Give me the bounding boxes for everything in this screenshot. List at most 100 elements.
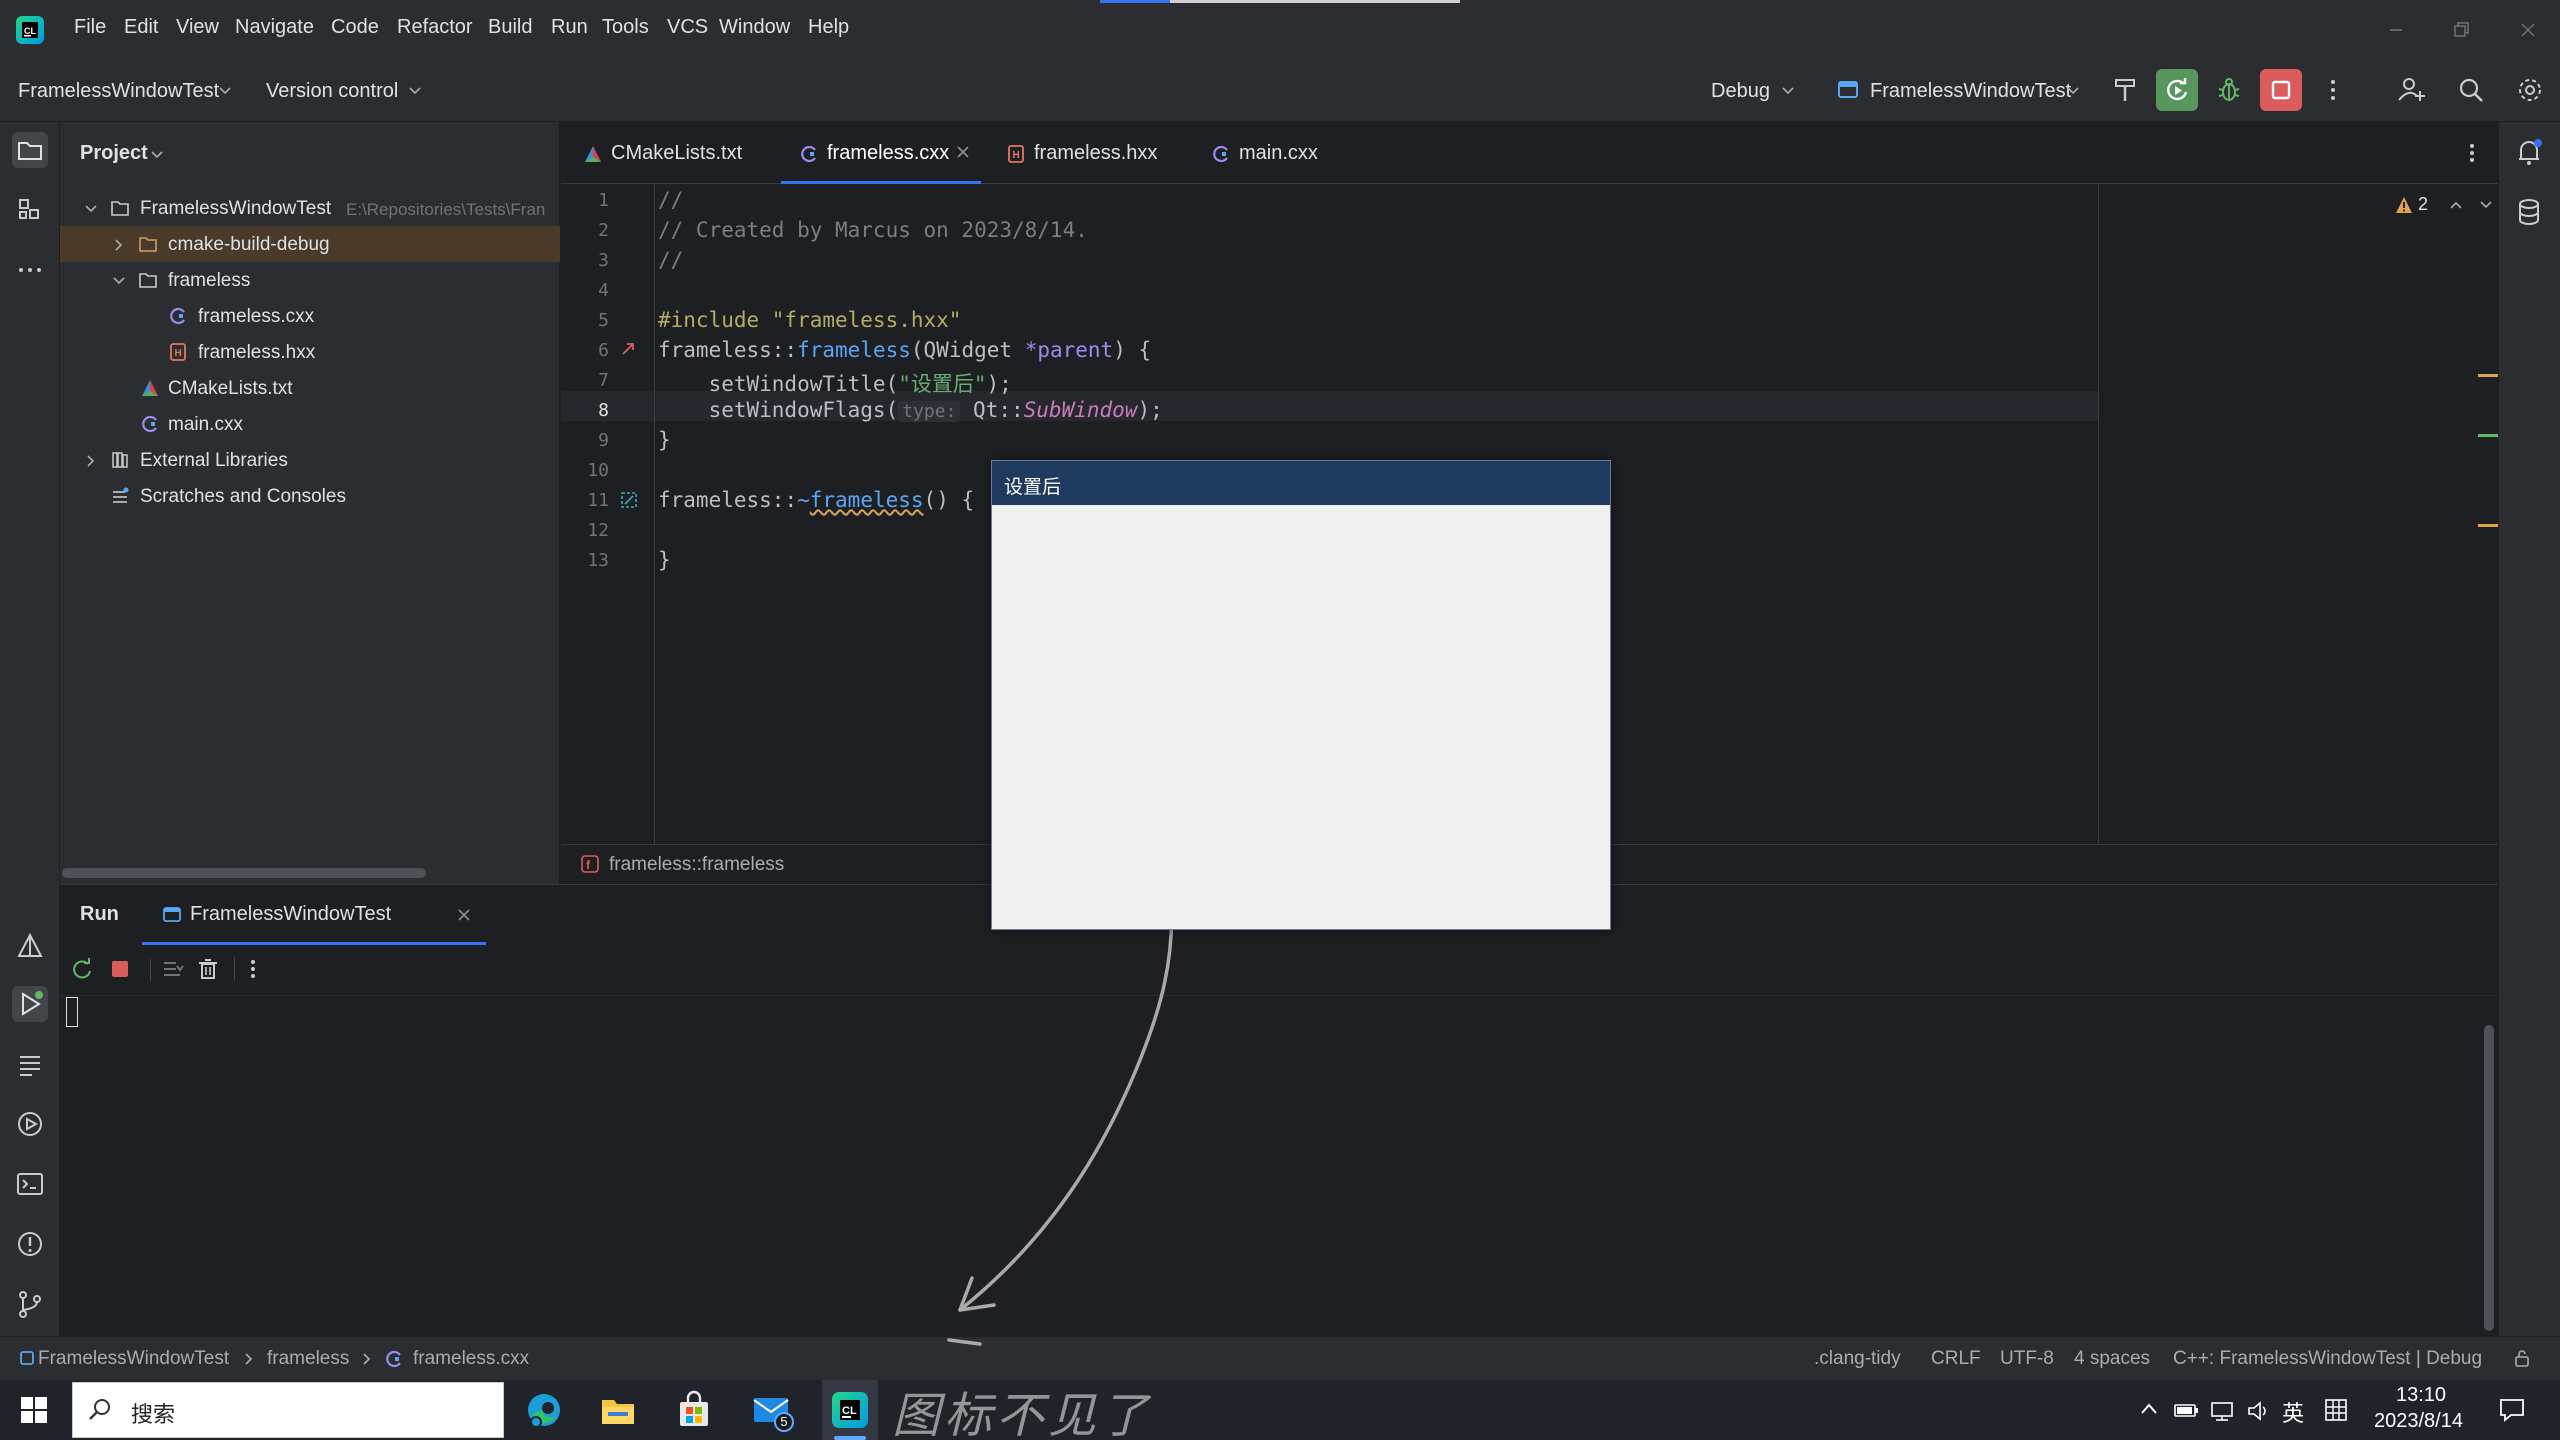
run-target-select[interactable]: FramelessWindowTest bbox=[1870, 80, 2071, 103]
problems-icon[interactable] bbox=[12, 1226, 48, 1262]
notifications-bell-icon[interactable] bbox=[2511, 134, 2547, 170]
ime-indicator[interactable]: 英 bbox=[2282, 1396, 2304, 1428]
menu-run[interactable]: Run bbox=[551, 16, 588, 39]
stop-icon[interactable] bbox=[110, 959, 130, 979]
tree-root-row[interactable]: FramelessWindowTest E:\Repositories\Test… bbox=[60, 190, 560, 226]
qt-window-content[interactable] bbox=[992, 505, 1610, 929]
search-icon[interactable] bbox=[2450, 69, 2492, 111]
services-icon[interactable] bbox=[12, 1106, 48, 1142]
notification-center-icon[interactable] bbox=[2498, 1396, 2526, 1424]
vcs-widget[interactable]: Version control bbox=[266, 80, 398, 103]
clion-taskbar-app[interactable]: CL bbox=[822, 1380, 878, 1440]
clang-tidy-widget[interactable]: .clang-tidy bbox=[1814, 1348, 1901, 1370]
tree-item-external-libraries[interactable]: External Libraries bbox=[60, 442, 560, 478]
tabs-more-icon[interactable] bbox=[2465, 140, 2479, 166]
chevron-up-icon[interactable] bbox=[2140, 1402, 2158, 1416]
menu-refactor[interactable]: Refactor bbox=[397, 16, 473, 39]
stop-button[interactable] bbox=[2260, 69, 2302, 111]
nav-path-project[interactable]: FramelessWindowTest bbox=[38, 1348, 229, 1370]
language-context-widget[interactable]: C++: FramelessWindowTest | Debug bbox=[2173, 1348, 2482, 1370]
tab-main-cxx[interactable]: main.cxx bbox=[1211, 122, 1351, 184]
tree-item-scratches[interactable]: Scratches and Consoles bbox=[60, 478, 560, 514]
tab-frameless-hxx[interactable]: H frameless.hxx bbox=[1006, 122, 1176, 184]
encoding-widget[interactable]: UTF-8 bbox=[2000, 1348, 2054, 1370]
scroll-to-end-icon[interactable] bbox=[160, 957, 184, 981]
network-icon[interactable] bbox=[2210, 1400, 2236, 1422]
menu-help[interactable]: Help bbox=[808, 16, 849, 39]
qt-window-titlebar[interactable]: 设置后 bbox=[992, 461, 1610, 505]
more-actions-icon[interactable] bbox=[246, 957, 260, 981]
more-actions-icon[interactable] bbox=[2312, 69, 2354, 111]
terminal-icon[interactable] bbox=[12, 1166, 48, 1202]
qt-subwindow[interactable]: 设置后 bbox=[991, 460, 1611, 930]
database-icon[interactable] bbox=[2511, 194, 2547, 230]
git-branch-icon[interactable] bbox=[12, 1286, 48, 1322]
ime-mode-grid-icon[interactable] bbox=[2324, 1398, 2348, 1422]
run-config-profile[interactable]: Debug bbox=[1711, 80, 1770, 103]
clock-time[interactable]: 13:10 bbox=[2396, 1384, 2446, 1407]
tree-item-main-cxx[interactable]: main.cxx bbox=[60, 406, 560, 442]
run-tab-frameless[interactable]: FramelessWindowTest bbox=[142, 885, 486, 945]
todo-list-icon[interactable] bbox=[12, 1046, 48, 1082]
menu-window[interactable]: Window bbox=[719, 16, 790, 39]
restore-icon[interactable] bbox=[2440, 14, 2480, 46]
mail-icon[interactable]: 5 bbox=[750, 1390, 796, 1436]
trash-icon[interactable] bbox=[196, 957, 220, 981]
breadcrumb-function[interactable]: frameless::frameless bbox=[609, 854, 784, 876]
file-explorer-icon[interactable] bbox=[598, 1390, 638, 1430]
add-user-icon[interactable] bbox=[2390, 69, 2432, 111]
close-tab-icon[interactable] bbox=[456, 907, 472, 923]
edge-browser-icon[interactable] bbox=[524, 1390, 564, 1430]
chevron-down-icon[interactable] bbox=[2479, 198, 2493, 212]
go-to-declaration-gutter-icon[interactable] bbox=[619, 490, 639, 510]
error-stripe-mark[interactable] bbox=[2478, 434, 2498, 437]
close-tab-icon[interactable] bbox=[955, 144, 971, 160]
menu-vcs[interactable]: VCS bbox=[667, 16, 708, 39]
rerun-button[interactable] bbox=[2156, 69, 2198, 111]
go-to-declaration-gutter-icon[interactable] bbox=[619, 338, 639, 358]
minimize-icon[interactable] bbox=[2376, 14, 2416, 46]
inspection-widget[interactable]: 2 bbox=[2395, 194, 2428, 215]
clock-date[interactable]: 2023/8/14 bbox=[2374, 1410, 2463, 1433]
project-horizontal-scrollbar[interactable] bbox=[62, 868, 426, 878]
cmake-icon[interactable] bbox=[12, 928, 48, 964]
menu-code[interactable]: Code bbox=[331, 16, 379, 39]
rerun-icon[interactable] bbox=[70, 957, 94, 981]
settings-gear-icon[interactable] bbox=[2509, 69, 2551, 111]
error-stripe-mark[interactable] bbox=[2478, 524, 2498, 527]
clion-logo-icon[interactable]: CL bbox=[14, 14, 46, 46]
build-hammer-button[interactable] bbox=[2104, 69, 2146, 111]
structure-icon[interactable] bbox=[12, 192, 48, 228]
tab-frameless-cxx[interactable]: frameless.cxx bbox=[781, 122, 981, 184]
menu-view[interactable]: View bbox=[176, 16, 219, 39]
nav-path-folder[interactable]: frameless bbox=[267, 1348, 349, 1370]
project-panel-title[interactable]: Project bbox=[80, 142, 148, 165]
menu-file[interactable]: File bbox=[74, 16, 106, 39]
tree-item-cmakelists[interactable]: CMakeLists.txt bbox=[60, 370, 560, 406]
lock-icon[interactable] bbox=[2513, 1348, 2533, 1368]
tree-item-frameless-cxx[interactable]: frameless.cxx bbox=[60, 298, 560, 334]
volume-icon[interactable] bbox=[2246, 1400, 2272, 1422]
nav-path-file[interactable]: frameless.cxx bbox=[413, 1348, 529, 1370]
menu-tools[interactable]: Tools bbox=[602, 16, 649, 39]
tab-cmakelists[interactable]: CMakeLists.txt bbox=[581, 122, 761, 184]
error-stripe-mark[interactable] bbox=[2478, 374, 2498, 377]
battery-icon[interactable] bbox=[2174, 1400, 2200, 1420]
windows-start-icon[interactable] bbox=[20, 1396, 48, 1424]
chevron-up-icon[interactable] bbox=[2449, 198, 2463, 212]
taskbar-search-box[interactable]: 搜索 bbox=[72, 1382, 504, 1438]
project-switcher[interactable]: FramelessWindowTest bbox=[18, 80, 219, 103]
menu-navigate[interactable]: Navigate bbox=[235, 16, 314, 39]
tree-item-frameless-hxx[interactable]: H frameless.hxx bbox=[60, 334, 560, 370]
line-separator-widget[interactable]: CRLF bbox=[1931, 1348, 1981, 1370]
run-tool-icon[interactable] bbox=[12, 986, 48, 1022]
console-cursor[interactable] bbox=[66, 997, 78, 1027]
menu-edit[interactable]: Edit bbox=[124, 16, 158, 39]
store-icon[interactable] bbox=[674, 1390, 714, 1430]
project-folder-icon[interactable] bbox=[12, 132, 48, 168]
debug-bug-button[interactable] bbox=[2208, 69, 2250, 111]
tree-item-cmake-build-debug[interactable]: cmake-build-debug bbox=[60, 226, 560, 262]
more-tools-icon[interactable] bbox=[12, 252, 48, 288]
menu-build[interactable]: Build bbox=[488, 16, 532, 39]
indent-widget[interactable]: 4 spaces bbox=[2074, 1348, 2150, 1370]
